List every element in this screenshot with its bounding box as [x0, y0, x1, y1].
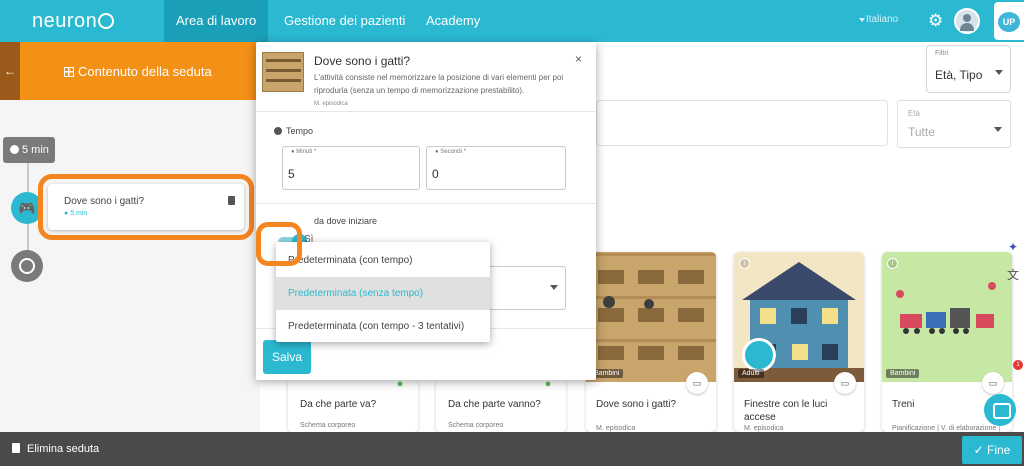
info-icon[interactable]: i	[739, 258, 750, 269]
chevron-down-icon	[995, 70, 1003, 75]
tempo-label: Tempo	[286, 126, 314, 136]
highlight-annotation	[38, 174, 254, 240]
total-time-chip: 5 min	[3, 137, 55, 163]
gamepad-icon[interactable]: ▭	[686, 372, 708, 394]
dropdown-option[interactable]: Predeterminata (con tempo - 3 tentativi)	[276, 310, 490, 343]
sparkle-icon[interactable]: ✦	[1002, 236, 1024, 258]
notification-badge: 1	[1013, 360, 1023, 370]
divider	[256, 203, 596, 204]
cats-in-boxes-image	[586, 252, 716, 382]
clock-icon	[274, 127, 282, 135]
gear-icon[interactable]: ⚙	[928, 11, 943, 31]
done-button[interactable]: ✓ Fine	[962, 436, 1022, 464]
chevron-down-icon	[994, 127, 1002, 132]
audience-tag: Adulti	[738, 369, 764, 378]
nav-gestione-pazienti[interactable]: Gestione dei pazienti	[272, 0, 417, 42]
dialog-description: L'attività consiste nel memorizzare la p…	[314, 73, 564, 95]
age-value: Tutte	[908, 125, 935, 139]
gamepad-icon: ●	[544, 378, 552, 390]
game-card[interactable]: ● Da che parte va? Schema corporeo	[288, 378, 418, 432]
session-timeline-panel: 5 min 🎮 Dove sono i gatti? ● 5 min	[0, 100, 260, 432]
seconds-label-text: Secondi *	[440, 149, 466, 155]
dropdown-option-selected[interactable]: Predeterminata (senza tempo)	[276, 277, 490, 310]
mode-dropdown-menu: Predeterminata (con tempo) Predeterminat…	[276, 242, 490, 342]
up-badge-label: UP	[998, 12, 1020, 32]
chat-icon[interactable]	[984, 394, 1016, 426]
grid-icon	[64, 67, 74, 77]
minutes-value: 5	[288, 167, 295, 181]
close-icon[interactable]: ×	[575, 52, 582, 66]
nav-area-di-lavoro[interactable]: Area di lavoro	[164, 0, 269, 42]
logo-mark-icon	[98, 13, 115, 29]
filters-select[interactable]: Filtri Età, Tipo	[926, 45, 1011, 93]
divider	[256, 111, 596, 112]
audience-tag: Bambini	[886, 369, 920, 378]
session-title-label: Contenuto della seduta	[78, 64, 212, 79]
arrow-left-icon[interactable]: ←	[0, 42, 20, 100]
card-category: M. episodica	[596, 425, 636, 432]
minutes-label: ● Minuti *	[291, 149, 317, 155]
card-title: Da che parte va?	[300, 399, 377, 410]
neuron-logo[interactable]: neuron	[32, 10, 115, 33]
minutes-field[interactable]: ● Minuti * 5	[282, 146, 420, 190]
delete-session-button[interactable]: Elimina seduta	[12, 443, 99, 455]
total-time-label: 5 min	[22, 144, 49, 156]
tempo-section-label: Tempo	[274, 126, 313, 136]
language-selector[interactable]: Italiano	[859, 14, 899, 25]
bottom-bar: Elimina seduta	[0, 432, 1024, 466]
session-title: Contenuto della seduta	[64, 64, 212, 79]
save-button[interactable]: Salva	[263, 340, 311, 374]
gamepad-icon[interactable]: ▭	[834, 372, 856, 394]
card-category: Schema corporeo	[300, 422, 356, 429]
start-position-label: da dove iniziare	[314, 216, 378, 226]
game-card[interactable]: Bambini ▭ Dove sono i gatti? M. episodic…	[586, 252, 716, 432]
card-title: Da che parte vanno?	[448, 399, 541, 410]
card-category: Schema corporeo	[448, 422, 504, 429]
game-card[interactable]: ● Da che parte vanno? Schema corporeo	[436, 378, 566, 432]
dialog-category: M. episodica	[314, 101, 348, 107]
up-badge[interactable]: UP	[994, 2, 1024, 40]
dropdown-option[interactable]: Predeterminata (con tempo)	[276, 244, 490, 277]
session-header: Contenuto della seduta	[20, 42, 260, 100]
search-input[interactable]	[596, 100, 888, 146]
trains-illustration	[896, 282, 996, 334]
translate-icon[interactable]: 文	[1002, 264, 1024, 286]
delete-session-label: Elimina seduta	[27, 443, 100, 455]
alarm-clock-icon	[742, 338, 776, 372]
user-avatar-icon[interactable]	[954, 8, 980, 34]
top-navigation-bar: neuron Area di lavoro Gestione dei pazie…	[0, 0, 1024, 42]
seconds-value: 0	[432, 167, 439, 181]
clock-icon[interactable]	[11, 250, 43, 282]
seconds-field[interactable]: ● Secondi * 0	[426, 146, 566, 190]
highlight-annotation	[256, 222, 302, 266]
minutes-label-text: Minuti *	[296, 149, 317, 155]
dialog-title: Dove sono i gatti?	[314, 54, 411, 68]
activity-thumbnail	[262, 52, 304, 92]
card-title: Finestre con le luci accese	[744, 399, 828, 423]
gamepad-icon: ●	[396, 378, 404, 390]
house-image	[734, 252, 864, 382]
gamepad-icon[interactable]: ▭	[982, 372, 1004, 394]
card-category: M. episodica	[744, 425, 784, 432]
done-label: Fine	[987, 443, 1011, 457]
trash-icon	[12, 443, 20, 453]
filters-label: Filtri	[935, 50, 949, 57]
info-icon[interactable]: i	[887, 258, 898, 269]
filters-value: Età, Tipo	[935, 68, 983, 82]
age-label: Età	[908, 109, 921, 118]
age-select[interactable]: Età Tutte	[897, 100, 1011, 148]
language-label: Italiano	[866, 14, 899, 25]
clock-icon	[10, 145, 19, 154]
chevron-down-icon	[859, 18, 865, 22]
chevron-down-icon	[550, 285, 558, 290]
card-title: Dove sono i gatti?	[596, 399, 677, 410]
nav-academy[interactable]: Academy	[414, 0, 492, 42]
trains-image	[882, 252, 1012, 382]
boxes-illustration	[598, 270, 704, 360]
seconds-label: ● Secondi *	[435, 149, 466, 155]
game-card[interactable]: i Adulti ▭ Finestre con le luci accese M…	[734, 252, 864, 432]
